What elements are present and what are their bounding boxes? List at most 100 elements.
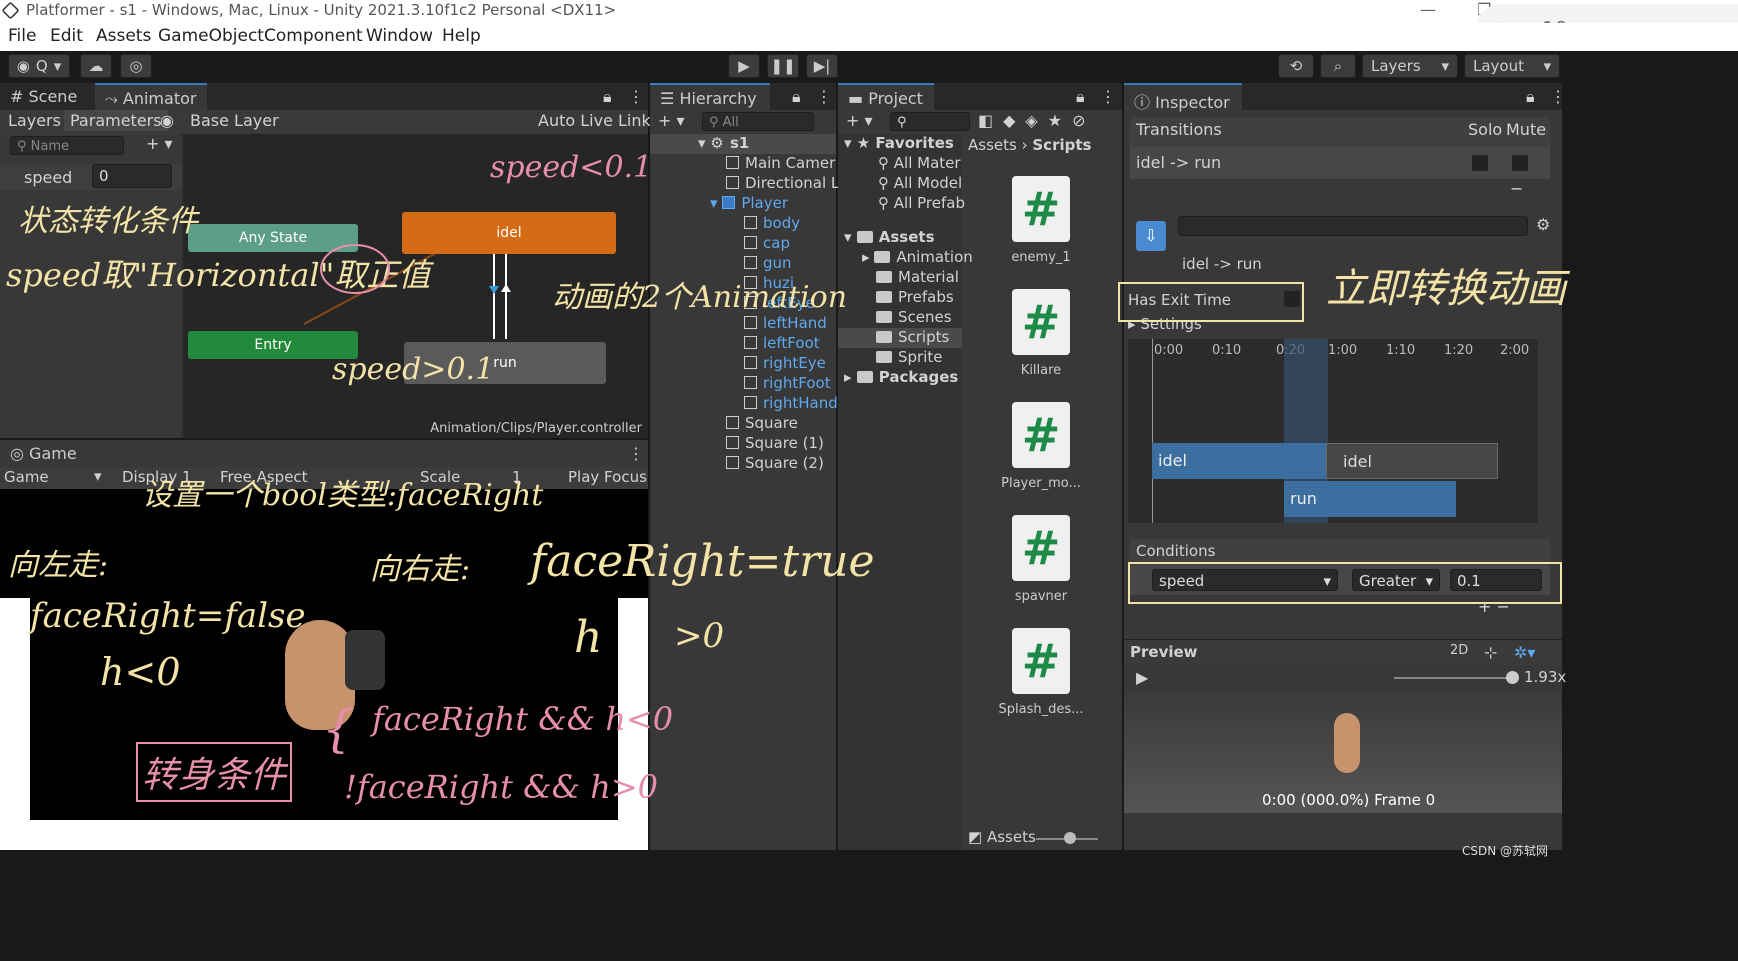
preview-viewport[interactable]: 0:00 (000.0%) Frame 0 <box>1124 691 1562 813</box>
lock-icon[interactable]: 🔒︎ <box>1526 87 1535 107</box>
layout-dropdown[interactable]: Layout ▾ <box>1464 54 1560 78</box>
list-item[interactable]: cap <box>744 234 790 252</box>
kebab-icon[interactable]: ⋮ <box>1100 87 1116 106</box>
tab-inspector[interactable]: ⓘ Inspector <box>1124 83 1242 112</box>
tab-layers[interactable]: Layers <box>8 111 61 130</box>
scene-row[interactable]: ▾ ⚙ s1 <box>650 134 836 154</box>
folder-item[interactable]: Prefabs <box>876 288 954 306</box>
tab-hierarchy[interactable]: ☰ Hierarchy <box>650 83 770 110</box>
pivot-icon[interactable]: ⊹ <box>1484 643 1497 662</box>
menu-gameobject[interactable]: GameObject <box>158 26 264 46</box>
kebab-icon[interactable]: ⋮ <box>816 87 832 106</box>
tab-parameters[interactable]: Parameters <box>64 110 168 131</box>
fav-item[interactable]: ⚲ All Model <box>878 174 962 192</box>
list-item[interactable]: leftFoot <box>744 334 820 352</box>
list-item[interactable]: ▾ Player <box>710 194 788 212</box>
layers-dropdown[interactable]: Layers ▾ <box>1362 54 1458 78</box>
transition-timeline[interactable]: 0:00 0:10 0:20 1:00 1:10 1:20 2:00 idel … <box>1128 339 1538 523</box>
breadcrumb-assets[interactable]: Assets <box>968 136 1017 154</box>
transition-name-input[interactable] <box>1178 216 1528 236</box>
cloud-icon[interactable]: ☁ <box>80 54 112 78</box>
menu-help[interactable]: Help <box>442 26 481 46</box>
favorites-header[interactable]: ▾ ★ Favorites <box>844 134 954 152</box>
menu-file[interactable]: File <box>8 26 36 46</box>
folder-item[interactable]: ▸ Animation <box>862 248 973 266</box>
list-item[interactable]: Square (1) <box>726 434 824 452</box>
auto-live-link-button[interactable]: Auto Live Link <box>538 111 651 130</box>
list-item[interactable]: rightEye <box>744 354 826 372</box>
kebab-icon[interactable]: ⋮ <box>1550 87 1566 106</box>
add-button[interactable]: + ▾ <box>658 111 685 130</box>
param-row[interactable]: speed 0 <box>0 164 182 190</box>
pause-button[interactable]: ❚❚ <box>767 54 799 78</box>
script-icon[interactable]: # <box>1012 402 1070 468</box>
any-state-node[interactable]: Any State <box>188 224 358 252</box>
eye-icon[interactable]: ◉ <box>160 111 174 130</box>
preview-play-button[interactable]: ▶ <box>1136 668 1148 687</box>
game-mode-dropdown[interactable]: Game <box>4 468 49 486</box>
assets-header[interactable]: ▾ Assets <box>844 228 935 246</box>
breadcrumb-scripts[interactable]: Scripts <box>1032 136 1091 154</box>
menu-component[interactable]: Component <box>264 26 363 46</box>
run-bar[interactable]: run <box>1284 481 1456 517</box>
tab-scene[interactable]: # Scene <box>0 83 87 110</box>
folder-item-selected[interactable]: Scripts <box>838 328 962 348</box>
preview-speed-slider[interactable] <box>1394 677 1512 679</box>
remove-transition-button[interactable]: − <box>1510 179 1523 198</box>
tab-project[interactable]: ▬ Project <box>838 83 934 110</box>
playhead[interactable] <box>1152 339 1153 523</box>
list-item[interactable]: Square <box>726 414 798 432</box>
account-button[interactable]: ◉ Q ▾ <box>8 54 70 78</box>
zoom-slider-handle[interactable] <box>1064 832 1076 844</box>
list-item[interactable]: rightHand <box>744 394 838 412</box>
list-item[interactable]: rightFoot <box>744 374 831 392</box>
search-icon[interactable]: ⌕ <box>1320 54 1356 78</box>
add-button[interactable]: + ▾ <box>846 111 873 130</box>
list-item[interactable]: Main Camer <box>726 154 835 172</box>
lock-icon[interactable]: 🔒︎ <box>792 87 801 107</box>
list-item[interactable]: Directional L <box>726 174 839 192</box>
packages-header[interactable]: ▸ Packages <box>844 368 958 386</box>
preview-speed-handle[interactable] <box>1506 671 1519 684</box>
list-item[interactable]: gun <box>744 254 792 272</box>
script-icon[interactable]: # <box>1012 176 1070 242</box>
list-item[interactable]: Square (2) <box>726 454 824 472</box>
param-value-input[interactable]: 0 <box>92 164 172 188</box>
minimize-icon[interactable]: — <box>1420 0 1436 19</box>
kebab-icon[interactable]: ⋮ <box>628 444 644 463</box>
script-icon[interactable]: # <box>1012 515 1070 581</box>
fav-item[interactable]: ⚲ All Prefab <box>878 194 965 212</box>
play-focus-dropdown[interactable]: Play Focus <box>568 468 647 486</box>
avatar-icon[interactable]: ✲▾ <box>1514 643 1535 662</box>
lock-icon[interactable]: 🔒︎ <box>603 87 612 107</box>
add-param-button[interactable]: + ▾ <box>146 134 173 153</box>
tab-animator[interactable]: ⤳ Animator <box>95 83 207 110</box>
idel-state-node[interactable]: idel <box>402 212 616 254</box>
base-layer-breadcrumb[interactable]: Base Layer <box>190 111 279 130</box>
project-search-input[interactable]: ⚲ <box>890 112 970 131</box>
step-button[interactable]: ▶| <box>806 54 838 78</box>
collab-icon[interactable]: ◎ <box>120 54 152 78</box>
folder-item[interactable]: Sprite <box>876 348 943 366</box>
tab-game[interactable]: ◎ Game <box>0 440 87 467</box>
gear-icon[interactable]: ⚙ <box>1536 215 1550 234</box>
transition-row[interactable]: idel -> run <box>1130 147 1550 179</box>
mute-checkbox[interactable] <box>1512 155 1528 171</box>
kebab-icon[interactable]: ⋮ <box>628 87 644 106</box>
play-button[interactable]: ▶ <box>728 54 760 78</box>
preview-2d-toggle[interactable]: 2D <box>1450 643 1468 658</box>
folder-item[interactable]: Material <box>876 268 959 286</box>
lock-icon[interactable]: 🔒︎ <box>1076 87 1085 107</box>
hierarchy-search-input[interactable]: ⚲ All <box>702 112 814 131</box>
filter-icons[interactable]: ◧◆◈★⊘ <box>978 111 1095 130</box>
menu-window[interactable]: Window <box>366 26 433 46</box>
solo-checkbox[interactable] <box>1472 155 1488 171</box>
history-icon[interactable]: ⟲ <box>1278 54 1314 78</box>
list-item[interactable]: leftHand <box>744 314 827 332</box>
menu-edit[interactable]: Edit <box>50 26 83 46</box>
param-search-input[interactable]: ⚲ Name <box>10 136 124 155</box>
script-icon[interactable]: # <box>1012 289 1070 355</box>
list-item[interactable]: body <box>744 214 800 232</box>
script-icon[interactable]: # <box>1012 628 1070 694</box>
menu-assets[interactable]: Assets <box>96 26 151 46</box>
